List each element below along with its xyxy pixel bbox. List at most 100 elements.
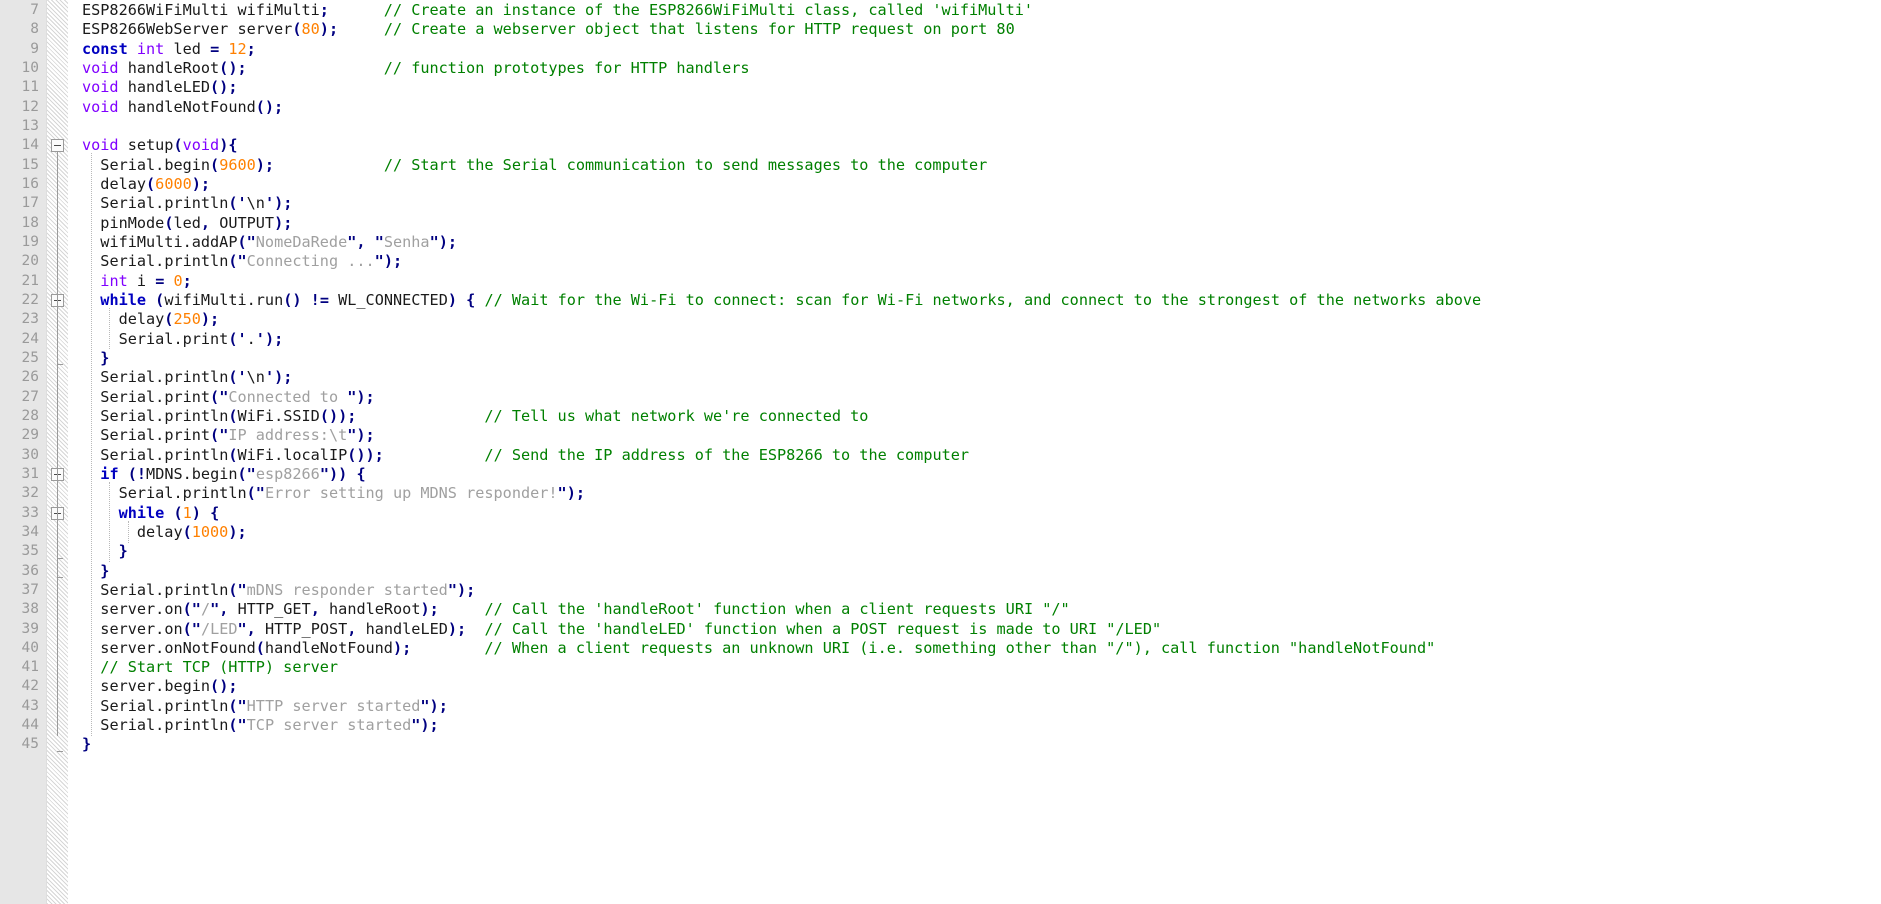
code-line[interactable]: server.on("/LED", HTTP_POST, handleLED);… bbox=[68, 620, 1881, 639]
code-line[interactable]: while (1) { bbox=[68, 504, 1881, 523]
code-editor[interactable]: 7 8 9 10 11 12 13 14 15 16 17 18 19 20 21 22 23 24 25 26 27 2… bbox=[0, 0, 1881, 904]
code-operator: ( bbox=[292, 20, 302, 39]
code-keyword: if bbox=[100, 464, 119, 483]
code-line[interactable]: const int led = 12; bbox=[68, 40, 1881, 59]
code-line[interactable]: ESP8266WebServer server(80); // Create a… bbox=[68, 20, 1881, 39]
code-line[interactable]: Serial.print('.'); bbox=[68, 330, 1881, 349]
string-quote: " bbox=[374, 252, 384, 271]
code-operator: ); bbox=[264, 329, 284, 348]
line-number: 28 bbox=[21, 407, 39, 424]
code-operator: ); bbox=[191, 174, 211, 193]
code-line[interactable]: Serial.println("TCP server started"); bbox=[68, 716, 1881, 735]
code-line[interactable]: void handleLED(); bbox=[68, 78, 1881, 97]
code-line[interactable]: Serial.println("Error setting up MDNS re… bbox=[68, 484, 1881, 503]
code-operator: ( bbox=[228, 406, 238, 425]
string-quote: " bbox=[347, 232, 357, 251]
code-line[interactable]: delay(250); bbox=[68, 310, 1881, 329]
code-operator: ( bbox=[210, 155, 220, 174]
code-line[interactable]: void handleRoot(); // function prototype… bbox=[68, 59, 1881, 78]
code-line[interactable]: Serial.println('\n'); bbox=[68, 194, 1881, 213]
code-line[interactable]: if (!MDNS.begin("esp8266")) { bbox=[68, 465, 1881, 484]
code-line[interactable]: Serial.print("IP address:\t"); bbox=[68, 426, 1881, 445]
code-identifier: onNotFound bbox=[164, 638, 256, 657]
code-identifier: println bbox=[164, 194, 229, 213]
string-quote: " bbox=[420, 696, 430, 715]
code-identifier: println bbox=[164, 368, 229, 387]
code-line[interactable]: Serial.println("Connecting ..."); bbox=[68, 252, 1881, 271]
code-line[interactable]: wifiMulti.addAP("NomeDaRede", "Senha"); bbox=[68, 233, 1881, 252]
fold-collapse-icon[interactable] bbox=[51, 139, 64, 152]
line-number: 13 bbox=[21, 117, 39, 134]
code-identifier: Serial bbox=[100, 368, 156, 387]
code-operator: ( bbox=[182, 619, 192, 638]
code-identifier: wifiMulti bbox=[237, 1, 320, 19]
code-comment: // Tell us what network we're connected … bbox=[484, 406, 869, 425]
code-identifier: server bbox=[100, 600, 156, 619]
line-number: 36 bbox=[21, 562, 39, 579]
code-identifier: led bbox=[173, 39, 201, 58]
fold-margin-column[interactable] bbox=[46, 0, 68, 904]
line-number: 43 bbox=[21, 697, 39, 714]
string-quote: " bbox=[237, 696, 247, 715]
code-line[interactable]: // Start TCP (HTTP) server bbox=[68, 658, 1881, 677]
code-line[interactable]: server.onNotFound(handleNotFound); // Wh… bbox=[68, 639, 1881, 658]
line-number: 39 bbox=[21, 620, 39, 637]
code-line[interactable]: } bbox=[68, 562, 1881, 581]
code-line[interactable]: Serial.println("mDNS responder started")… bbox=[68, 581, 1881, 600]
string-quote: " bbox=[319, 464, 329, 483]
code-line[interactable]: void handleNotFound(); bbox=[68, 98, 1881, 117]
code-operator: , bbox=[246, 619, 256, 638]
string-quote: " bbox=[255, 484, 265, 503]
code-operator: )) bbox=[328, 464, 348, 483]
string-quote: " bbox=[191, 600, 201, 619]
code-number: 250 bbox=[173, 310, 201, 329]
code-identifier: server bbox=[100, 619, 156, 638]
code-keyword: while bbox=[100, 290, 147, 309]
code-line[interactable]: ESP8266WiFiMulti wifiMulti; // Create an… bbox=[68, 1, 1881, 20]
line-number: 7 bbox=[30, 2, 39, 18]
code-line[interactable]: } bbox=[68, 349, 1881, 368]
code-line[interactable]: } bbox=[68, 735, 1881, 754]
code-line[interactable]: delay(6000); bbox=[68, 175, 1881, 194]
code-operator: ()); bbox=[319, 406, 357, 425]
code-operator: ); bbox=[356, 387, 375, 406]
code-string: Connected to bbox=[228, 387, 348, 406]
code-line[interactable]: Serial.print("Connected to "); bbox=[68, 388, 1881, 407]
code-operator: (); bbox=[210, 78, 238, 97]
code-line[interactable]: void setup(void){ bbox=[68, 136, 1881, 155]
code-identifier: Serial bbox=[100, 716, 156, 735]
line-number: 23 bbox=[21, 311, 39, 328]
code-identifier: Serial bbox=[100, 445, 156, 464]
code-line[interactable]: } bbox=[68, 542, 1881, 561]
code-line[interactable]: server.begin(); bbox=[68, 677, 1881, 696]
code-operator: ( bbox=[182, 522, 192, 541]
code-line[interactable]: delay(1000); bbox=[68, 523, 1881, 542]
code-scroll-area[interactable]: ESP8266WiFiMulti wifiMulti; // Create an… bbox=[68, 0, 1881, 904]
code-operator: (); bbox=[210, 677, 238, 696]
code-line[interactable]: Serial.begin(9600); // Start the Serial … bbox=[68, 156, 1881, 175]
code-string: TCP server started bbox=[246, 716, 412, 735]
code-line[interactable]: Serial.println(WiFi.localIP()); // Send … bbox=[68, 446, 1881, 465]
code-line[interactable]: server.on("/", HTTP_GET, handleRoot); //… bbox=[68, 600, 1881, 619]
code-identifier: handleNotFound bbox=[127, 97, 256, 116]
line-number: 24 bbox=[21, 330, 39, 347]
code-operator: ); bbox=[356, 426, 375, 445]
line-number: 9 bbox=[30, 40, 39, 57]
code-operator: ) bbox=[447, 290, 458, 309]
line-number: 8 bbox=[30, 21, 39, 38]
code-operator: ( bbox=[228, 445, 238, 464]
code-line[interactable] bbox=[68, 117, 1881, 136]
code-identifier: WiFi bbox=[237, 445, 275, 464]
code-line[interactable]: pinMode(led, OUTPUT); bbox=[68, 214, 1881, 233]
code-line[interactable]: Serial.println('\n'); bbox=[68, 368, 1881, 387]
code-line[interactable]: Serial.println(WiFi.SSID()); // Tell us … bbox=[68, 407, 1881, 426]
code-line[interactable]: int i = 0; bbox=[68, 272, 1881, 291]
fold-connector-line bbox=[57, 307, 58, 355]
code-content[interactable]: ESP8266WiFiMulti wifiMulti; // Create an… bbox=[68, 0, 1881, 755]
code-operator: () bbox=[283, 290, 302, 309]
code-identifier: ESP8266WebServer bbox=[82, 20, 229, 39]
code-number: 9600 bbox=[219, 155, 256, 174]
code-line[interactable]: Serial.println("HTTP server started"); bbox=[68, 697, 1881, 716]
code-line[interactable]: while (wifiMulti.run() != WL_CONNECTED) … bbox=[68, 291, 1881, 310]
code-operator: { bbox=[356, 464, 366, 483]
